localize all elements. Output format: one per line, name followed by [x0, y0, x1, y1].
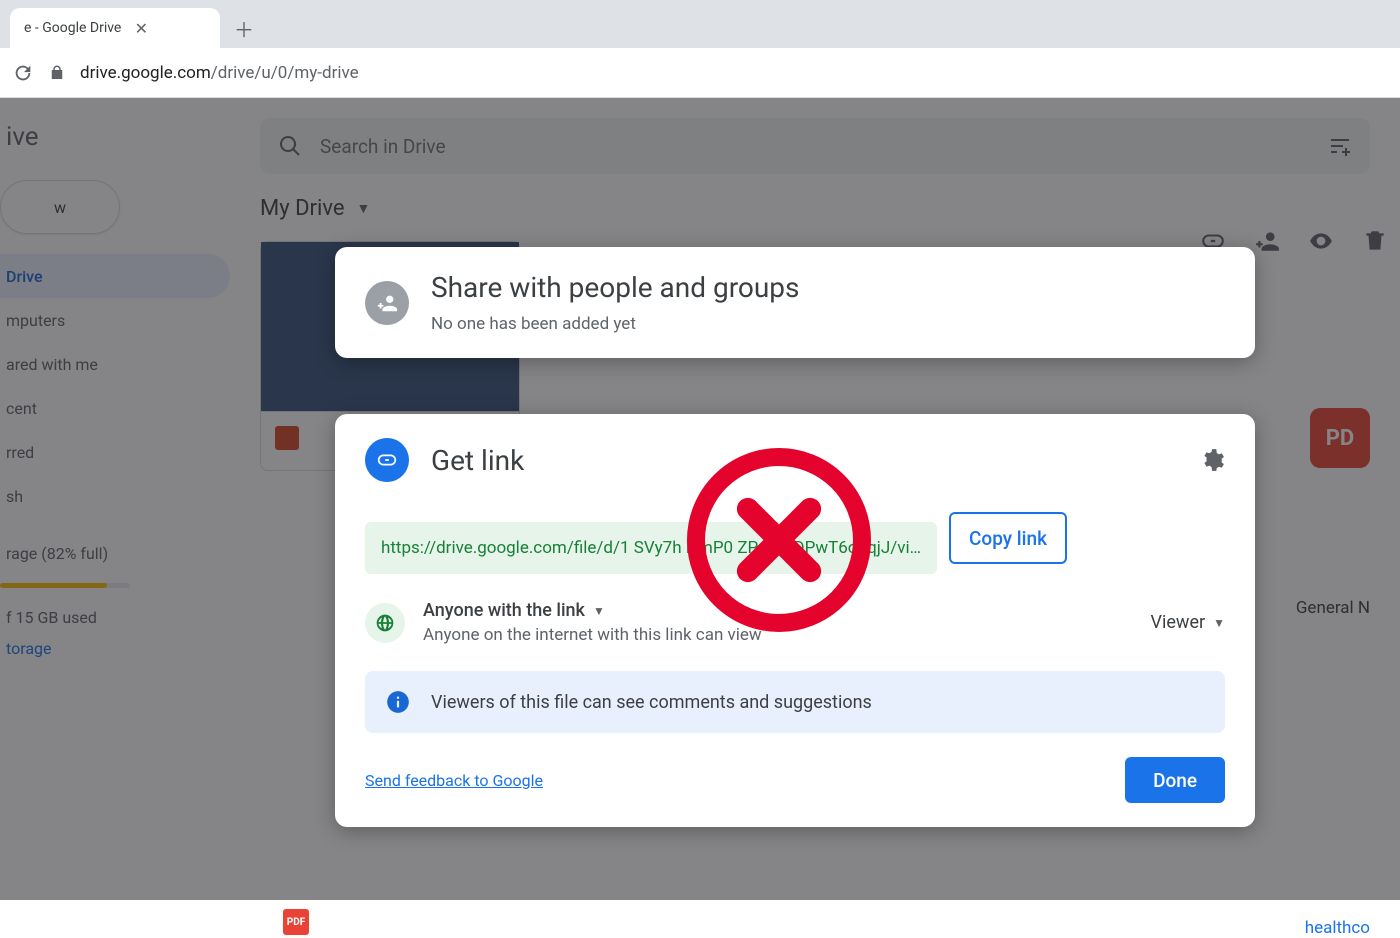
info-icon: [385, 689, 411, 715]
reload-icon[interactable]: [12, 62, 34, 84]
dialog-footer: Send feedback to Google Done: [365, 757, 1225, 803]
done-button[interactable]: Done: [1125, 757, 1225, 803]
share-dialog-subtitle: No one has been added yet: [431, 314, 799, 334]
share-dialog: Share with people and groups No one has …: [335, 247, 1255, 358]
chevron-down-icon: ▼: [1213, 616, 1225, 630]
get-link-title: Get link: [431, 444, 524, 477]
url-text[interactable]: drive.google.com/drive/u/0/my-drive: [80, 63, 359, 83]
file-name-bottom-right[interactable]: healthco: [1305, 918, 1370, 938]
copy-link-button[interactable]: Copy link: [949, 512, 1067, 564]
role-dropdown[interactable]: Viewer ▼: [1151, 612, 1225, 633]
get-link-header: Get link: [365, 438, 1225, 482]
share-dialog-header: Share with people and groups No one has …: [365, 271, 1225, 334]
url-host: drive.google.com: [80, 63, 211, 83]
done-button-label: Done: [1153, 769, 1197, 792]
access-scope-description: Anyone on the internet with this link ca…: [423, 625, 762, 645]
send-feedback-link[interactable]: Send feedback to Google: [365, 771, 543, 790]
link-url-row: https://drive.google.com/file/d/1 SVy7h …: [365, 502, 1225, 574]
link-icon: [365, 438, 409, 482]
globe-icon: [365, 603, 405, 643]
new-tab-button[interactable]: ＋: [228, 12, 260, 44]
browser-tab[interactable]: e - Google Drive ✕: [10, 8, 220, 48]
close-tab-icon[interactable]: ✕: [133, 20, 149, 36]
address-bar: drive.google.com/drive/u/0/my-drive: [0, 48, 1400, 98]
info-banner-text: Viewers of this file can see comments an…: [431, 692, 872, 713]
info-banner: Viewers of this file can see comments an…: [365, 671, 1225, 733]
tab-title: e - Google Drive: [24, 20, 121, 36]
lock-icon: [48, 64, 66, 82]
share-url-text: https://drive.google.com/file/d/1 SVy7h …: [381, 538, 921, 558]
access-scope-label: Anyone with the link: [423, 600, 585, 621]
settings-icon[interactable]: [1199, 447, 1225, 473]
access-scope-dropdown[interactable]: Anyone with the link ▼: [423, 600, 762, 621]
add-people-icon: [365, 281, 409, 325]
get-link-dialog: Get link https://drive.google.com/file/d…: [335, 414, 1255, 827]
chevron-down-icon: ▼: [593, 604, 605, 618]
share-url-box[interactable]: https://drive.google.com/file/d/1 SVy7h …: [365, 522, 937, 574]
url-path: /drive/u/0/my-drive: [211, 63, 359, 83]
copy-link-label: Copy link: [969, 527, 1047, 550]
pdf-icon: PDF: [283, 909, 309, 935]
browser-tab-strip: e - Google Drive ✕ ＋: [0, 0, 1400, 48]
access-row: Anyone with the link ▼ Anyone on the int…: [365, 600, 1225, 645]
role-label: Viewer: [1151, 612, 1206, 633]
share-dialog-title: Share with people and groups: [431, 271, 799, 304]
